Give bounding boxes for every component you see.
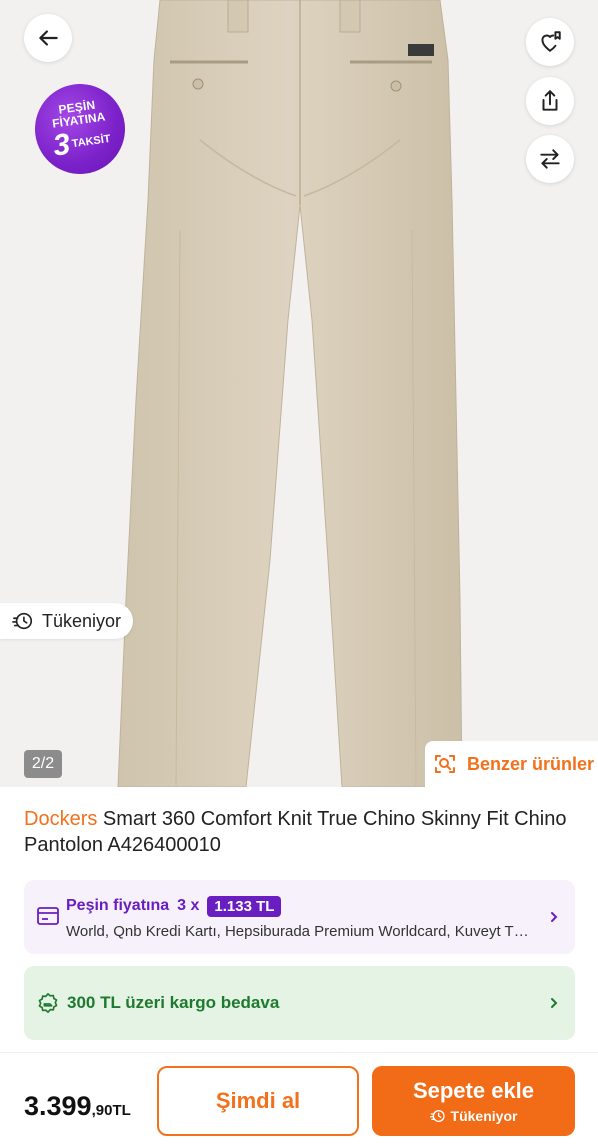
price-currency: TL [112,1102,131,1119]
visual-search-icon [435,755,455,773]
back-button[interactable] [24,14,72,62]
heart-list-icon [541,31,561,52]
price-main: 3.399 [24,1091,92,1121]
stock-status-label: Tükeniyor [42,610,122,631]
buy-now-button[interactable]: Şimdi al [157,1066,359,1136]
add-to-cart-sub-label: Tükeniyor [450,1108,518,1124]
add-to-cart-label: Sepete ekle [412,1078,535,1103]
image-page-indicator: 2/2 [24,750,62,778]
compare-button[interactable] [526,135,574,183]
flash-stock-icon [429,1110,445,1122]
installment-label: Peşin fiyatına [66,897,170,914]
product-image-gallery[interactable]: PEŞİN FİYATINA 3 TAKSİT Tükeniyor 2/2 Be… [0,0,598,787]
share-button[interactable] [526,77,574,125]
product-price: 3.399 ,90 TL [24,1091,131,1122]
installment-cards-text: World, Qnb Kredi Kartı, Hepsiburada Prem… [66,923,536,940]
installment-amount-badge: 1.133 TL [207,895,282,917]
purchase-bar: 3.399 ,90 TL Şimdi al Sepete ekle Tükeni… [0,1052,598,1147]
add-to-cart-stock-note: Tükeniyor [429,1108,518,1124]
free-shipping-text: 300 TL üzeri kargo bedava [67,993,280,1012]
credit-card-icon [37,907,59,925]
installment-info-card[interactable]: Peşin fiyatına 3 x 1.133 TL World, Qnb K… [24,880,575,954]
brand-link[interactable]: Dockers [24,808,97,830]
add-to-cart-button[interactable]: Sepete ekle Tükeniyor [372,1066,575,1136]
add-to-list-button[interactable] [526,18,574,66]
flash-stock-icon [12,612,33,630]
chevron-right-icon [551,998,558,1008]
share-icon [542,90,558,111]
similar-products-label: Benzer ürünler [467,753,595,774]
chevron-right-icon [551,912,558,922]
product-title: Dockers Smart 360 Comfort Knit True Chin… [24,806,584,858]
price-decimal: ,90 [91,1102,113,1119]
badge-number: 3 [50,127,73,163]
badge-line3: TAKSİT [71,132,112,150]
free-shipping-card[interactable]: 300 TL üzeri kargo bedava [24,966,575,1040]
back-arrow-icon [39,30,58,46]
stock-status-chip: Tükeniyor [0,603,134,639]
product-name: Smart 360 Comfort Knit True Chino Skinny… [24,808,567,856]
installment-multiplier: 3 x [177,897,200,914]
compare-icon [540,149,560,169]
shipping-badge-icon [38,993,58,1013]
similar-products-button[interactable]: Benzer ürünler [425,741,598,787]
